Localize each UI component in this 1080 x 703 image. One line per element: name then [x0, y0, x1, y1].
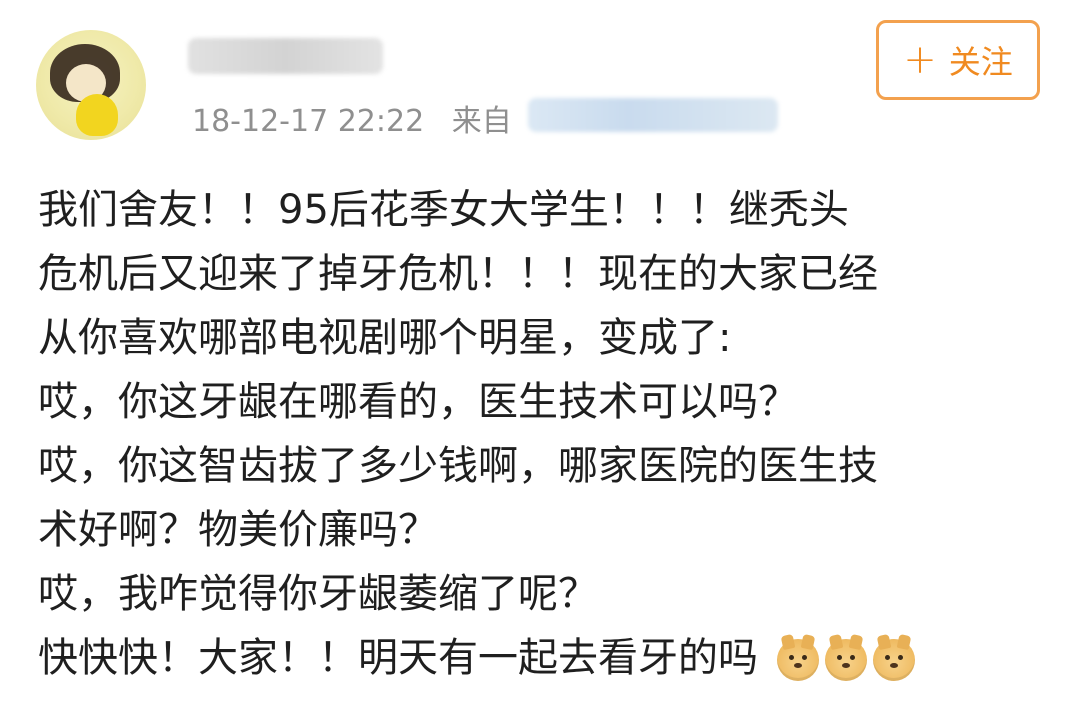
post-line-text: 快快快！大家！！明天有一起去看牙的吗	[38, 635, 758, 681]
username-blurred[interactable]	[188, 38, 383, 74]
post-line: 从你喜欢哪部电视剧哪个明星，变成了:	[38, 315, 732, 361]
avatar-body	[76, 94, 118, 136]
post-text: 我们舍友！！95后花季女大学生！！！继秃头 危机后又迎来了掉牙危机！！！现在的大…	[38, 178, 1058, 690]
follow-button-label: 关注	[948, 43, 1013, 81]
avatar[interactable]	[36, 30, 146, 140]
post-line-last: 快快快！大家！！明天有一起去看牙的吗	[38, 626, 1058, 690]
post-line: 哎，你这智齿拔了多少钱啊，哪家医院的医生技	[38, 443, 878, 489]
post-line: 哎，你这牙龈在哪看的，医生技术可以吗？	[38, 379, 798, 425]
source-prefix: 来自	[451, 104, 512, 139]
post-line: 术好啊？物美价廉吗？	[38, 507, 438, 553]
doge-icon	[776, 639, 819, 681]
source-app-blurred[interactable]	[528, 98, 778, 132]
follow-button[interactable]: + 关注	[876, 20, 1040, 100]
post-timestamp: 18-12-17 22:22	[192, 104, 425, 139]
doge-icon	[872, 639, 915, 681]
post-line: 我们舍友！！95后花季女大学生！！！继秃头	[38, 187, 849, 233]
plus-icon: +	[903, 37, 937, 83]
post-line: 哎，我咋觉得你牙龈萎缩了呢？	[38, 571, 598, 617]
doge-icon	[824, 639, 867, 681]
post-meta: 18-12-17 22:22 来自	[192, 96, 512, 140]
post-line: 危机后又迎来了掉牙危机！！！现在的大家已经	[38, 251, 878, 297]
emoji-row	[776, 639, 915, 681]
